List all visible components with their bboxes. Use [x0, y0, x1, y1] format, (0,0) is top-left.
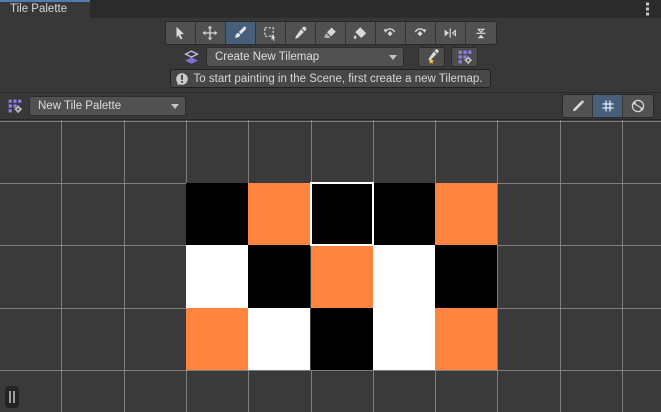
paintbrush-icon: [232, 25, 248, 41]
edit-palette-button[interactable]: [563, 95, 593, 117]
tool-picker-button[interactable]: [286, 22, 316, 44]
tile-palette-window: Tile Palette: [0, 0, 661, 412]
palette-dropdown-value: New Tile Palette: [38, 100, 165, 112]
tile-cell[interactable]: [186, 308, 248, 370]
eraser-icon: [322, 25, 338, 41]
create-new-palette-button[interactable]: [451, 47, 478, 67]
tool-flip-vertical-button[interactable]: [466, 22, 496, 44]
tool-rotate-cw-button[interactable]: [406, 22, 436, 44]
tile-cell[interactable]: [373, 183, 435, 245]
tile-cell[interactable]: [435, 245, 497, 307]
tile-cell[interactable]: [248, 245, 310, 307]
tab-title: Tile Palette: [10, 3, 67, 15]
tool-button-group: [165, 21, 497, 45]
tile-cell[interactable]: [186, 183, 248, 245]
eyedropper-star-icon: [424, 49, 440, 65]
chevron-down-icon: [389, 55, 397, 60]
tile-cell[interactable]: [248, 183, 310, 245]
tool-fill-button[interactable]: [346, 22, 376, 44]
flip-horizontal-icon: [442, 25, 458, 41]
active-tab-accent: [0, 0, 90, 2]
palette-grid-canvas[interactable]: [0, 120, 661, 412]
toggle-grid-button[interactable]: [593, 95, 623, 117]
gizmo-sphere-icon: [630, 98, 646, 114]
tool-select-button[interactable]: [166, 22, 196, 44]
paint-bucket-icon: [352, 25, 368, 41]
tile-cell[interactable]: [311, 183, 373, 245]
chevron-down-icon: [171, 104, 179, 109]
tilemap-row: Create New Tilemap: [0, 47, 661, 67]
tile-palette-icon: [457, 49, 473, 65]
tile-cell[interactable]: [435, 183, 497, 245]
toolbar-section: Create New Tilemap: [0, 22, 661, 93]
tile-cell[interactable]: [248, 308, 310, 370]
tile-cell[interactable]: [373, 245, 435, 307]
scroll-handle[interactable]: [5, 386, 19, 408]
tab-tile-palette[interactable]: Tile Palette: [0, 0, 90, 18]
tile-cell[interactable]: [311, 245, 373, 307]
palette-dropdown[interactable]: New Tile Palette: [29, 96, 186, 116]
grid-icon: [600, 98, 616, 114]
tool-move-button[interactable]: [196, 22, 226, 44]
box-select-icon: [262, 25, 278, 41]
info-message-box: To start painting in the Scene, first cr…: [170, 69, 492, 88]
tools-row: [0, 22, 661, 44]
active-tilemap-dropdown[interactable]: Create New Tilemap: [206, 47, 404, 67]
window-menu-button[interactable]: [640, 1, 656, 17]
tool-eraser-button[interactable]: [316, 22, 346, 44]
move-icon: [202, 25, 218, 41]
rotate-ccw-icon: [382, 25, 398, 41]
tool-flip-horizontal-button[interactable]: [436, 22, 466, 44]
tile-cell[interactable]: [373, 308, 435, 370]
active-tilemap-value: Create New Tilemap: [215, 51, 383, 63]
tile-cell[interactable]: [435, 308, 497, 370]
palette-bar-icon: [7, 98, 23, 114]
palette-bar: New Tile Palette: [0, 93, 661, 120]
info-message-text: To start painting in the Scene, first cr…: [194, 73, 483, 85]
tool-paintbrush-button[interactable]: [226, 22, 256, 44]
pick-new-brush-button[interactable]: [418, 47, 445, 67]
cursor-arrow-icon: [172, 25, 188, 41]
flip-vertical-icon: [473, 25, 489, 41]
tool-box-select-button[interactable]: [256, 22, 286, 44]
rotate-cw-icon: [412, 25, 428, 41]
tile-cell[interactable]: [186, 245, 248, 307]
tile-cell[interactable]: [311, 308, 373, 370]
pencil-icon: [570, 98, 586, 114]
tab-bar: Tile Palette: [0, 0, 661, 18]
info-row: To start painting in the Scene, first cr…: [0, 69, 661, 88]
kebab-menu-icon: [646, 2, 650, 16]
tool-rotate-ccw-button[interactable]: [376, 22, 406, 44]
tilemap-layers-icon: [183, 49, 200, 66]
gizmo-toggle-button[interactable]: [623, 95, 653, 117]
warning-info-icon: [175, 72, 189, 86]
eyedropper-icon: [292, 25, 308, 41]
view-button-group: [562, 94, 654, 118]
